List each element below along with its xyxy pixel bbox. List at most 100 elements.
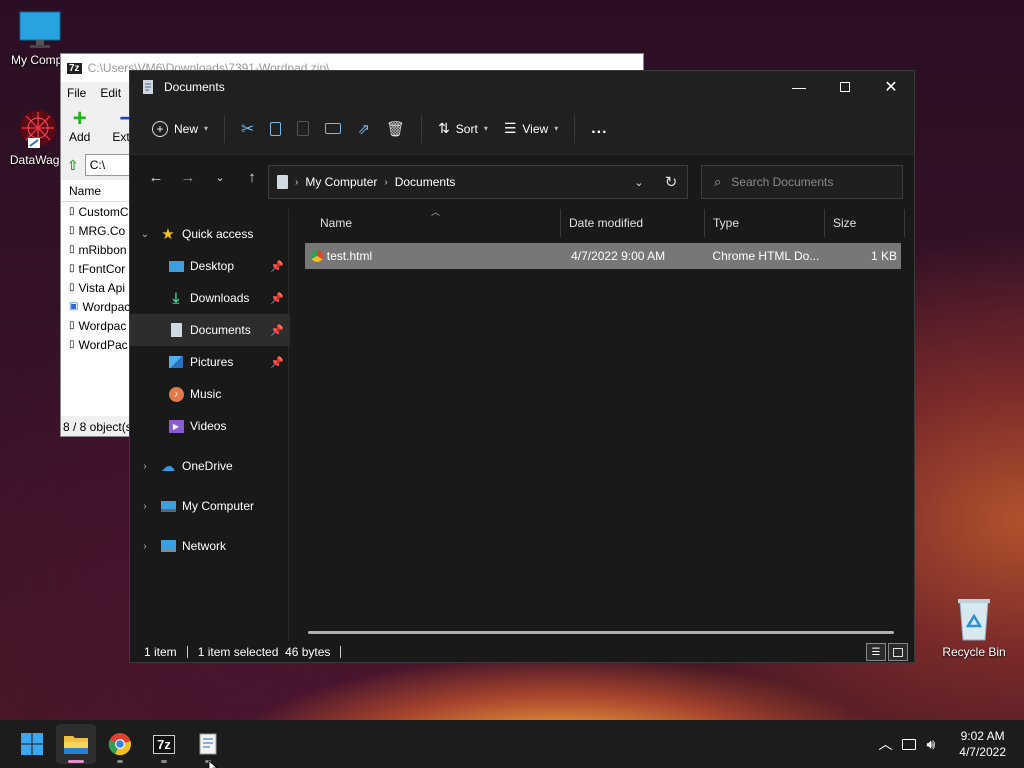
seven-zip-file-list[interactable]: Name ▯ CustomC ▯ MRG.Co ▯ mRibbon ▯ tFontCor… (61, 180, 131, 416)
details-view-button[interactable]: ☰ (866, 643, 886, 661)
back-button[interactable]: ← (140, 161, 172, 193)
horizontal-scrollbar[interactable] (308, 631, 894, 634)
up-folder-icon[interactable]: ⇧ (67, 157, 79, 174)
start-button[interactable] (12, 724, 52, 764)
list-item[interactable]: ▣ Wordpac (61, 297, 131, 316)
chevron-right-icon[interactable]: › (138, 501, 152, 512)
taskbar-wordpad[interactable] (188, 724, 228, 764)
details-view-icon: ☰ (871, 646, 881, 658)
chevron-down-icon: ▾ (483, 124, 488, 133)
menu-file[interactable]: File (67, 86, 86, 100)
breadcrumb-documents[interactable]: Documents (395, 175, 456, 189)
list-item[interactable]: ▯ WordPac (61, 335, 131, 354)
sidebar-item-downloads[interactable]: ⤓ Downloads 📌 (130, 282, 290, 314)
pin-icon[interactable]: 📌 (270, 260, 284, 273)
sidebar-item-onedrive[interactable]: › ☁ OneDrive (130, 450, 290, 482)
sidebar-item-my-computer[interactable]: › My Computer (130, 490, 290, 522)
add-button[interactable]: + Add (69, 105, 90, 145)
sidebar-item-quick-access[interactable]: ⌄ ★ Quick access (130, 218, 290, 250)
chevron-down-icon[interactable]: ⌄ (138, 229, 152, 240)
navigation-pane: ⌄ ★ Quick access Desktop 📌 ⤓ Downloads 📌… (130, 209, 290, 641)
file-list[interactable]: ︿ Name Date modified Type Size test.html… (300, 207, 906, 641)
pin-icon[interactable]: 📌 (270, 356, 284, 369)
running-indicator (117, 760, 123, 763)
sidebar-item-network[interactable]: › Network (130, 530, 290, 562)
network-icon (160, 538, 176, 554)
recent-locations-button[interactable]: ⌄ (204, 161, 236, 193)
copy-button[interactable] (262, 111, 289, 147)
paste-button[interactable] (289, 111, 317, 147)
taskbar-chrome[interactable] (100, 724, 140, 764)
desktop-icon-recycle-bin[interactable]: Recycle Bin (934, 596, 1014, 659)
plus-icon: + (72, 105, 87, 132)
arrow-up-icon: ↑ (248, 168, 256, 186)
arrow-left-icon: ← (148, 168, 164, 186)
clock-date: 4/7/2022 (959, 745, 1006, 759)
list-item[interactable]: ▯ tFontCor (61, 259, 131, 278)
divider (340, 646, 342, 658)
rename-button[interactable] (317, 111, 349, 147)
close-icon: ✕ (884, 79, 898, 96)
network-status-icon[interactable] (902, 738, 917, 750)
minimize-button[interactable]: — (776, 71, 822, 103)
folder-icon (64, 736, 88, 754)
forward-button[interactable]: → (172, 161, 204, 193)
explorer-titlebar[interactable]: Documents — ✕ (130, 71, 914, 103)
pane-splitter[interactable] (288, 209, 289, 641)
chevron-right-icon[interactable]: › (138, 541, 152, 552)
search-input[interactable]: ⌕ Search Documents (701, 165, 903, 199)
menu-edit[interactable]: Edit (100, 86, 121, 100)
table-row[interactable]: test.html 4/7/2022 9:00 AM Chrome HTML D… (305, 243, 901, 269)
documents-location-icon (277, 175, 288, 189)
sidebar-item-documents[interactable]: Documents 📌 (130, 314, 290, 346)
taskbar-7zip[interactable]: 7z (144, 724, 184, 764)
file-icon: ▯ (69, 320, 75, 331)
column-header-type[interactable]: Type (705, 209, 825, 237)
chevron-right-icon: › (295, 176, 299, 188)
delete-button[interactable]: 🗑 (378, 111, 413, 147)
large-icons-view-button[interactable] (888, 643, 908, 661)
sidebar-item-music[interactable]: ♪ Music (130, 378, 290, 410)
sidebar-item-pictures[interactable]: Pictures 📌 (130, 346, 290, 378)
column-header-name[interactable]: Name (61, 180, 131, 202)
plus-circle-icon: + (152, 120, 168, 137)
address-bar[interactable]: › My Computer › Documents ⌄ ↻ (268, 165, 688, 199)
more-options-button[interactable]: ... (583, 111, 615, 147)
sort-button[interactable]: ⇅ Sort ▾ (430, 111, 496, 147)
up-button[interactable]: ↑ (236, 161, 268, 193)
sidebar-item-label: My Computer (182, 499, 255, 513)
column-header-size[interactable]: Size (825, 209, 905, 237)
chevron-down-icon: ▾ (554, 124, 559, 133)
taskbar-file-explorer[interactable] (56, 724, 96, 764)
refresh-icon[interactable]: ↻ (655, 173, 687, 191)
address-dropdown-icon[interactable]: ⌄ (623, 176, 655, 189)
copy-icon (270, 121, 282, 136)
mouse-cursor-icon (208, 760, 218, 768)
pin-icon[interactable]: 📌 (270, 324, 284, 337)
sort-ascending-icon: ︿ (431, 207, 441, 217)
breadcrumb-my-computer[interactable]: My Computer (305, 175, 377, 189)
column-header-date-modified[interactable]: Date modified (561, 209, 705, 237)
list-item[interactable]: ▯ MRG.Co (61, 221, 131, 240)
sidebar-item-videos[interactable]: ▶ Videos (130, 410, 290, 442)
new-button[interactable]: + New ▾ (144, 111, 216, 147)
list-item[interactable]: ▯ Wordpac (61, 316, 131, 335)
sidebar-item-desktop[interactable]: Desktop 📌 (130, 250, 290, 282)
maximize-button[interactable] (822, 71, 868, 103)
list-item[interactable]: ▯ Vista Api (61, 278, 131, 297)
share-button[interactable]: ⇗ (349, 111, 378, 147)
list-item[interactable]: ▯ CustomC (61, 202, 131, 221)
explorer-window[interactable]: Documents — ✕ + New ▾ ✂ ⇗ 🗑 ⇅ Sort ▾ ☰ V… (129, 70, 915, 663)
close-button[interactable]: ✕ (868, 71, 914, 103)
view-button[interactable]: ☰ View ▾ (496, 111, 566, 147)
clock[interactable]: 9:02 AM 4/7/2022 (959, 728, 1006, 760)
show-hidden-icons-chevron-icon[interactable]: ︿ (878, 734, 892, 754)
cut-button[interactable]: ✂ (233, 111, 262, 147)
pin-icon[interactable]: 📌 (270, 292, 284, 305)
new-label: New (174, 121, 199, 136)
volume-icon[interactable]: 🔊︎ (926, 736, 935, 753)
sidebar-item-label: Network (182, 539, 227, 553)
chevron-right-icon[interactable]: › (138, 461, 152, 472)
list-item[interactable]: ▯ mRibbon (61, 240, 131, 259)
cloud-icon: ☁ (161, 457, 175, 474)
